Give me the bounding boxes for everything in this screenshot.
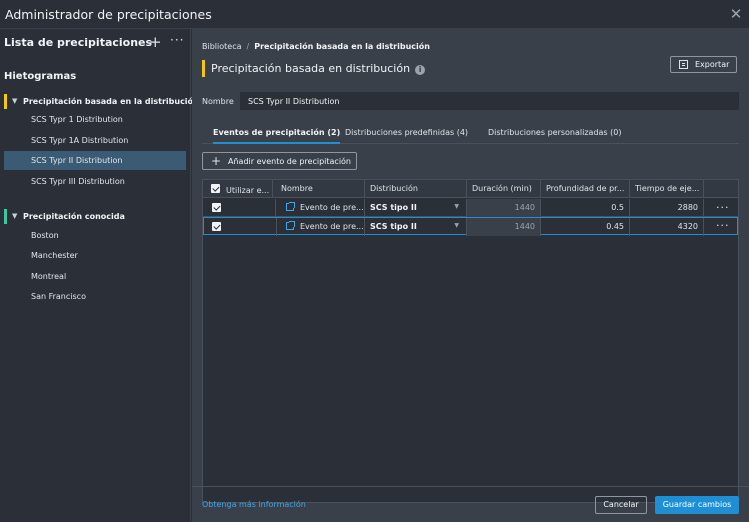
group-accent-bar — [4, 209, 7, 224]
column-header-distribution[interactable]: Distribución — [365, 180, 467, 198]
table-row-selected[interactable]: Evento de pre... SCS tipo II ▼ 1440 0.45 … — [203, 217, 738, 236]
checkbox-icon[interactable] — [212, 203, 221, 212]
external-link-icon[interactable] — [286, 221, 295, 230]
time-cell[interactable]: 4320 — [630, 218, 704, 236]
sidebar: Lista de precipitaciones + ··· Hietogram… — [0, 29, 199, 522]
depth-cell[interactable]: 0.5 — [541, 199, 630, 217]
tree-item[interactable]: SCS Typr III Distribution — [4, 172, 186, 191]
chevron-down-icon[interactable]: ▼ — [12, 97, 17, 105]
tree-item-label: SCS Typr II Distribution — [31, 156, 123, 165]
tree-item-label: SCS Typr 1A Distribution — [31, 136, 129, 145]
column-header-use[interactable]: Utilizar e... — [203, 180, 273, 198]
tree-item[interactable]: Boston — [4, 226, 186, 245]
sidebar-title: Lista de precipitaciones — [4, 36, 153, 49]
external-link-icon[interactable] — [286, 202, 295, 211]
tree-item-label: SCS Typr III Distribution — [31, 177, 125, 186]
breadcrumb-current: Precipitación basada en la distribución — [254, 42, 430, 51]
group-accent-bar — [4, 94, 7, 109]
plus-icon[interactable]: + — [149, 33, 162, 51]
export-button[interactable]: Exportar — [670, 56, 737, 73]
group-known-precipitation[interactable]: ▼ Precipitación conocida — [4, 209, 186, 224]
tab-custom[interactable]: Distribuciones personalizadas (0) — [488, 128, 621, 144]
tree-item[interactable]: SCS Typr 1 Distribution — [4, 110, 186, 129]
name-input[interactable] — [240, 92, 739, 110]
plus-icon: + — [211, 154, 222, 168]
tab-predefined[interactable]: Distribuciones predefinidas (4) — [345, 128, 468, 144]
title-bar: Administrador de precipitaciones ✕ — [0, 0, 749, 29]
learn-more-link[interactable]: Obtenga más información — [202, 500, 306, 509]
cancel-button[interactable]: Cancelar — [595, 496, 647, 514]
chevron-down-icon[interactable]: ▼ — [454, 203, 459, 210]
distribution-cell[interactable]: SCS tipo II ▼ — [365, 199, 467, 217]
name-label: Nombre — [202, 97, 234, 106]
info-icon[interactable]: i — [415, 65, 426, 75]
chevron-down-icon[interactable]: ▼ — [454, 222, 459, 229]
page-title-text: Precipitación basada en distribución — [211, 62, 411, 75]
tree-item[interactable]: San Francisco — [4, 287, 186, 306]
more-icon[interactable]: ··· — [170, 33, 184, 47]
tree-item[interactable]: Montreal — [4, 267, 186, 286]
column-header-name[interactable]: Nombre — [276, 180, 365, 198]
tree-item-label: SCS Typr 1 Distribution — [31, 115, 123, 124]
checkbox-icon[interactable] — [211, 184, 220, 193]
duration-cell: 1440 — [467, 199, 541, 217]
tree-item-label: Manchester — [31, 251, 78, 260]
duration-cell: 1440 — [467, 218, 541, 236]
name-cell[interactable]: Evento de pre... — [276, 218, 365, 236]
add-event-button[interactable]: + Añadir evento de precipitación — [202, 152, 357, 170]
breadcrumb-separator: / — [246, 42, 250, 51]
tree-item-label: Boston — [31, 231, 59, 240]
group-distribution-based[interactable]: ▼ Precipitación basada en la distribució… — [4, 94, 199, 109]
export-icon — [679, 60, 688, 69]
column-header-duration[interactable]: Duración (min) — [467, 180, 541, 198]
add-event-label: Añadir evento de precipitación — [228, 157, 352, 166]
tree-item[interactable]: SCS Typr 1A Distribution — [4, 131, 186, 150]
breadcrumb: Biblioteca / Precipitación basada en la di… — [202, 42, 430, 51]
export-label: Exportar — [695, 60, 730, 69]
section-title-hietogramas: Hietogramas — [4, 71, 77, 82]
breadcrumb-root[interactable]: Biblioteca — [202, 42, 242, 51]
events-table: Utilizar e... Nombre Distribución Duraci… — [202, 179, 739, 503]
group-label: Precipitación conocida — [23, 212, 125, 221]
tabs: Eventos de precipitación (2) Distribucio… — [202, 128, 739, 144]
tree-item[interactable]: Manchester — [4, 246, 186, 265]
name-cell[interactable]: Evento de pre... — [276, 199, 365, 217]
use-cell[interactable] — [203, 199, 276, 217]
more-icon[interactable]: ··· — [716, 201, 730, 214]
column-header-depth[interactable]: Profundidad de pr... — [541, 180, 630, 198]
tree-item-label: San Francisco — [31, 292, 86, 301]
main-panel: Biblioteca / Precipitación basada en la di… — [192, 29, 749, 522]
tree-item-selected[interactable]: SCS Typr II Distribution — [4, 151, 186, 170]
group-label: Precipitación basada en la distribución — [23, 97, 199, 106]
use-cell[interactable] — [203, 218, 277, 236]
tree-item-label: Montreal — [31, 272, 67, 281]
close-icon[interactable]: ✕ — [729, 7, 743, 22]
window-title: Administrador de precipitaciones — [5, 7, 212, 22]
column-header-time[interactable]: Tiempo de eje... — [630, 180, 704, 198]
chevron-down-icon[interactable]: ▼ — [12, 212, 17, 220]
footer: Obtenga más información Cancelar Guardar… — [192, 486, 749, 522]
depth-cell[interactable]: 0.45 — [541, 218, 630, 236]
tab-rain-events[interactable]: Eventos de precipitación (2) — [213, 128, 341, 144]
more-icon[interactable]: ··· — [716, 219, 730, 232]
distribution-cell[interactable]: SCS tipo II ▼ — [365, 218, 467, 236]
table-header: Utilizar e... Nombre Distribución Duraci… — [203, 180, 738, 198]
checkbox-icon[interactable] — [212, 222, 221, 231]
time-cell[interactable]: 2880 — [630, 199, 704, 217]
save-button[interactable]: Guardar cambios — [655, 496, 739, 514]
page-title: Precipitación basada en distribución i — [202, 60, 426, 77]
sidebar-header: Lista de precipitaciones + ··· — [0, 29, 191, 57]
table-row[interactable]: Evento de pre... SCS tipo II ▼ 1440 0.5 2… — [203, 199, 738, 217]
